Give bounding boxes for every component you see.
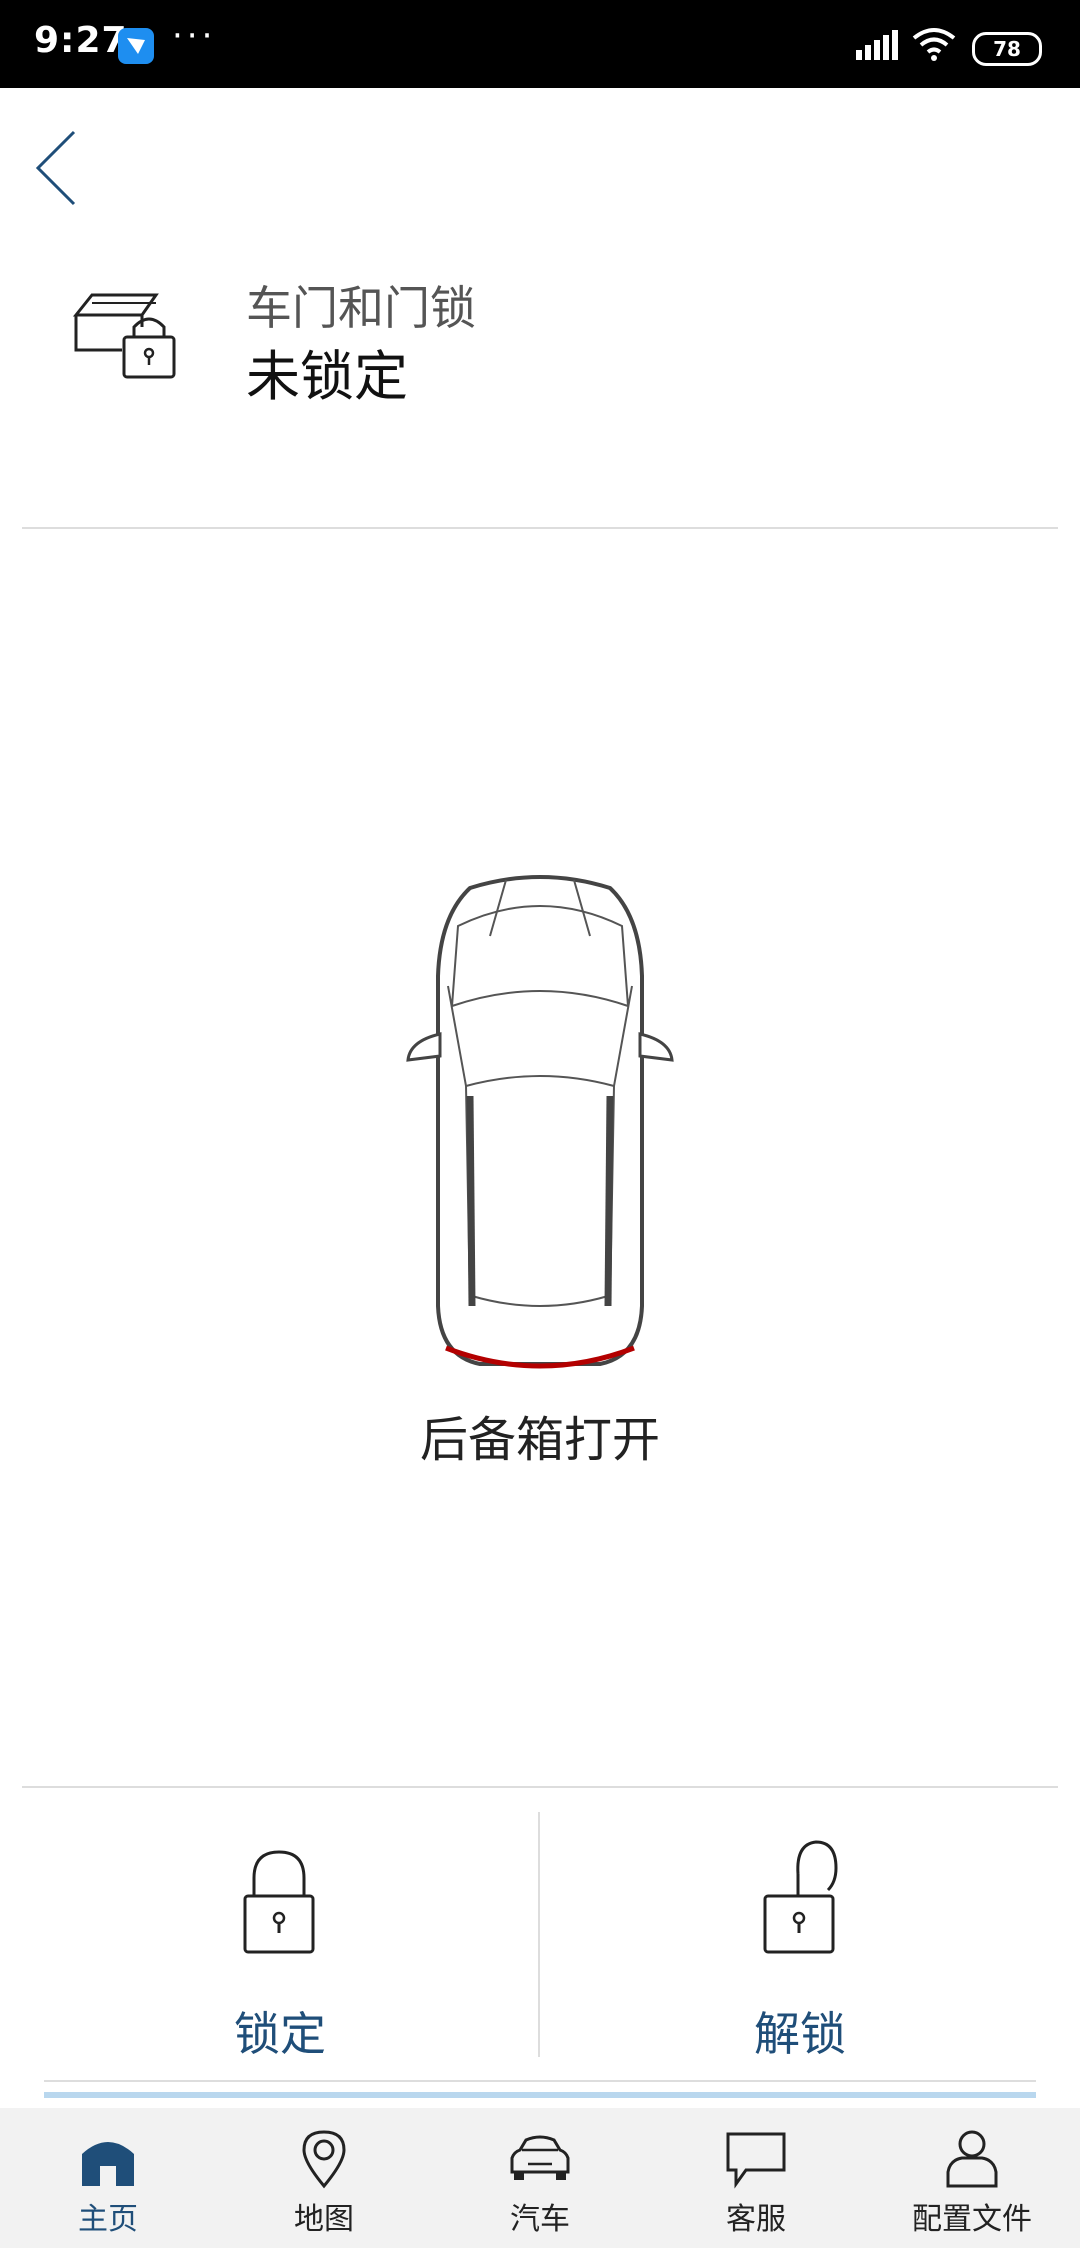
nav-map-label: 地图 (294, 2202, 354, 2237)
status-bar: 9:27 ··· 78 (0, 0, 1080, 88)
car-lock-icon (72, 293, 176, 379)
nav-profile[interactable]: 配置文件 (864, 2108, 1080, 2248)
status-time: 9:27 (34, 20, 128, 61)
nav-car[interactable]: 汽车 (432, 2108, 648, 2248)
more-notifications-icon: ··· (172, 16, 217, 56)
bottom-navigation: 主页 地图 汽车 客服 配置文件 (0, 2108, 1080, 2248)
lock-button[interactable]: 锁定 (60, 1820, 500, 2061)
lock-button-label: 锁定 (234, 2007, 326, 2061)
progress-accent-bar (44, 2092, 1036, 2098)
nav-service[interactable]: 客服 (648, 2108, 864, 2248)
nav-service-label: 客服 (726, 2202, 786, 2237)
divider (44, 2080, 1036, 2082)
user-profile-icon (946, 2130, 998, 2188)
car-status-caption: 后备箱打开 (419, 1412, 660, 1468)
car-icon (510, 2135, 570, 2180)
button-separator (538, 1812, 540, 2057)
back-button[interactable] (30, 128, 86, 208)
section-title: 车门和门锁 (246, 281, 476, 335)
battery-icon: 78 (972, 32, 1042, 66)
car-top-view-icon (406, 875, 674, 1369)
home-icon (82, 2142, 134, 2186)
chevron-left-icon (35, 130, 76, 206)
unlock-button-label: 解锁 (754, 2007, 846, 2061)
nav-home-label: 主页 (78, 2202, 138, 2237)
unlock-button[interactable]: 解锁 (580, 1820, 1020, 2061)
map-pin-icon (302, 2130, 346, 2189)
nav-home[interactable]: 主页 (0, 2108, 216, 2248)
signal-icon (856, 30, 898, 60)
lock-status: 未锁定 (246, 345, 408, 408)
nav-car-label: 汽车 (510, 2202, 570, 2237)
app-notification-icon (118, 28, 154, 64)
nav-profile-label: 配置文件 (912, 2202, 1032, 2237)
wifi-icon (912, 28, 956, 61)
divider (22, 1786, 1058, 1788)
nav-map[interactable]: 地图 (216, 2108, 432, 2248)
unlock-icon (763, 1840, 838, 1954)
lock-icon (243, 1850, 315, 1954)
chat-bubble-icon (726, 2132, 786, 2189)
divider (22, 527, 1058, 529)
